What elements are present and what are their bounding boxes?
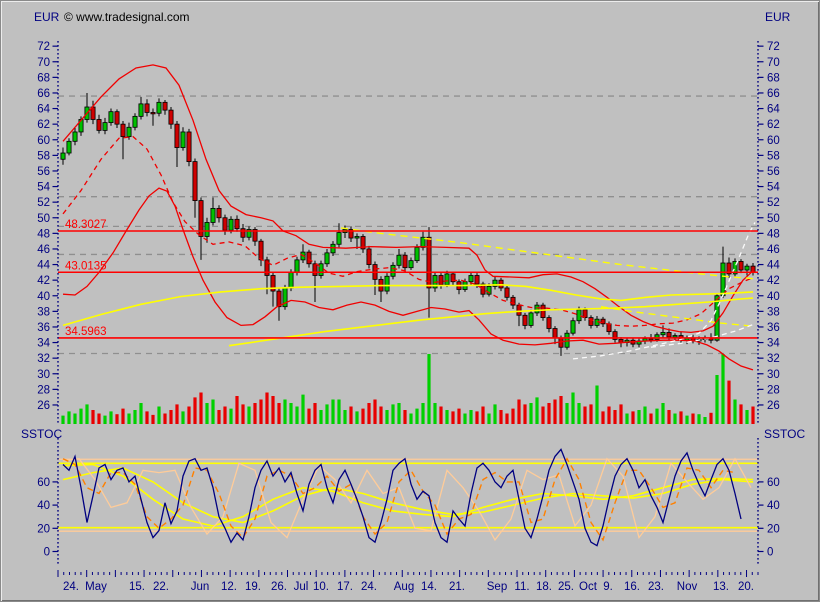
svg-text:32: 32 <box>37 353 50 365</box>
svg-text:30: 30 <box>767 369 780 381</box>
candles-layer <box>61 93 755 356</box>
svg-text:36: 36 <box>767 322 780 334</box>
svg-text:56: 56 <box>37 166 50 178</box>
svg-text:40: 40 <box>37 500 50 512</box>
svg-text:70: 70 <box>37 57 50 69</box>
bollinger-lower <box>63 188 753 370</box>
svg-text:12.: 12. <box>221 581 237 593</box>
svg-text:28: 28 <box>767 384 780 396</box>
svg-text:10.: 10. <box>313 581 329 593</box>
stoch-slow-yellow-2 <box>63 468 753 523</box>
svg-text:16.: 16. <box>624 581 640 593</box>
svg-text:72: 72 <box>767 41 780 53</box>
svg-text:38: 38 <box>767 306 780 318</box>
svg-text:26: 26 <box>37 400 50 412</box>
svg-text:25.: 25. <box>558 581 574 593</box>
svg-text:68: 68 <box>767 72 780 84</box>
svg-text:42: 42 <box>37 275 50 287</box>
svg-text:Jun: Jun <box>191 581 210 593</box>
price-levels-layer: 48.3027 43.0135 34.5963 <box>58 219 758 338</box>
svg-text:40: 40 <box>767 500 780 512</box>
svg-text:64: 64 <box>767 104 780 116</box>
svg-text:40: 40 <box>767 291 780 303</box>
svg-text:52: 52 <box>37 197 50 209</box>
svg-text:60: 60 <box>37 135 50 147</box>
svg-text:26: 26 <box>767 400 780 412</box>
svg-text:72: 72 <box>37 41 50 53</box>
date-axis-layer: 24. May 15. 22. Jun 12. 19. 26. Jul 10. 17. 24. Aug 1… <box>58 570 758 593</box>
svg-text:36: 36 <box>37 322 50 334</box>
svg-text:11.: 11. <box>514 581 529 593</box>
ma-yellow-slow <box>63 285 753 326</box>
svg-text:44: 44 <box>37 260 50 272</box>
overlays-layer <box>63 65 755 370</box>
svg-text:66: 66 <box>37 88 50 100</box>
svg-text:58: 58 <box>37 150 50 162</box>
svg-text:64: 64 <box>37 104 50 116</box>
svg-text:42: 42 <box>767 275 780 287</box>
svg-text:24.: 24. <box>361 581 377 593</box>
svg-text:26.: 26. <box>271 581 287 593</box>
svg-text:70: 70 <box>767 57 780 69</box>
svg-text:40: 40 <box>37 291 50 303</box>
svg-text:68: 68 <box>37 72 50 84</box>
svg-text:66: 66 <box>767 88 780 100</box>
svg-text:17.: 17. <box>337 581 353 593</box>
svg-text:48: 48 <box>37 228 50 240</box>
svg-text:58: 58 <box>767 150 780 162</box>
volume-layer <box>61 354 754 424</box>
price-chart: 48.3027 43.0135 34.5963 72 72 70 70 68 68 66 66 64 6… <box>1 1 820 602</box>
svg-text:22.: 22. <box>153 581 169 593</box>
svg-text:May: May <box>85 581 107 593</box>
svg-text:48: 48 <box>767 228 780 240</box>
svg-text:43.0135: 43.0135 <box>65 260 107 272</box>
svg-text:46: 46 <box>767 244 780 256</box>
svg-text:54: 54 <box>37 182 50 194</box>
svg-text:Jul: Jul <box>294 581 309 593</box>
svg-text:18.: 18. <box>536 581 552 593</box>
svg-text:54: 54 <box>767 182 780 194</box>
svg-text:34: 34 <box>37 338 50 350</box>
svg-text:24.: 24. <box>63 581 79 593</box>
svg-text:21.: 21. <box>449 581 465 593</box>
svg-text:52: 52 <box>767 197 780 209</box>
svg-text:30: 30 <box>37 369 50 381</box>
svg-text:62: 62 <box>767 119 780 131</box>
svg-text:14.: 14. <box>421 581 437 593</box>
svg-text:Aug: Aug <box>394 581 414 593</box>
svg-text:13.: 13. <box>713 581 729 593</box>
svg-text:34: 34 <box>767 338 780 350</box>
svg-text:28: 28 <box>37 384 50 396</box>
svg-text:44: 44 <box>767 260 780 272</box>
svg-text:15.: 15. <box>129 581 145 593</box>
svg-text:19.: 19. <box>245 581 261 593</box>
svg-text:Sep: Sep <box>487 581 507 593</box>
svg-text:48.3027: 48.3027 <box>65 219 107 231</box>
svg-text:46: 46 <box>37 244 50 256</box>
svg-text:38: 38 <box>37 306 50 318</box>
svg-text:60: 60 <box>37 477 50 489</box>
svg-text:Oct: Oct <box>579 581 598 593</box>
svg-text:23.: 23. <box>648 581 664 593</box>
svg-text:9.: 9. <box>603 581 613 593</box>
svg-text:60: 60 <box>767 477 780 489</box>
svg-text:20.: 20. <box>738 581 754 593</box>
svg-text:62: 62 <box>37 119 50 131</box>
svg-text:50: 50 <box>767 213 780 225</box>
svg-text:60: 60 <box>767 135 780 147</box>
svg-text:50: 50 <box>37 213 50 225</box>
chart-window: EUR © www.tradesignal.com EUR SSTOC SSTO… <box>0 0 820 602</box>
svg-text:56: 56 <box>767 166 780 178</box>
svg-text:Nov: Nov <box>677 581 698 593</box>
price-axis-layer: 72 72 70 70 68 68 66 66 64 64 62 62 60 60 58 58 56 56 54 54… <box>37 41 780 425</box>
svg-text:20: 20 <box>767 523 780 535</box>
svg-text:20: 20 <box>37 523 50 535</box>
svg-text:34.5963: 34.5963 <box>65 326 107 338</box>
svg-text:32: 32 <box>767 353 780 365</box>
svg-text:0: 0 <box>767 547 773 559</box>
svg-text:0: 0 <box>44 547 50 559</box>
